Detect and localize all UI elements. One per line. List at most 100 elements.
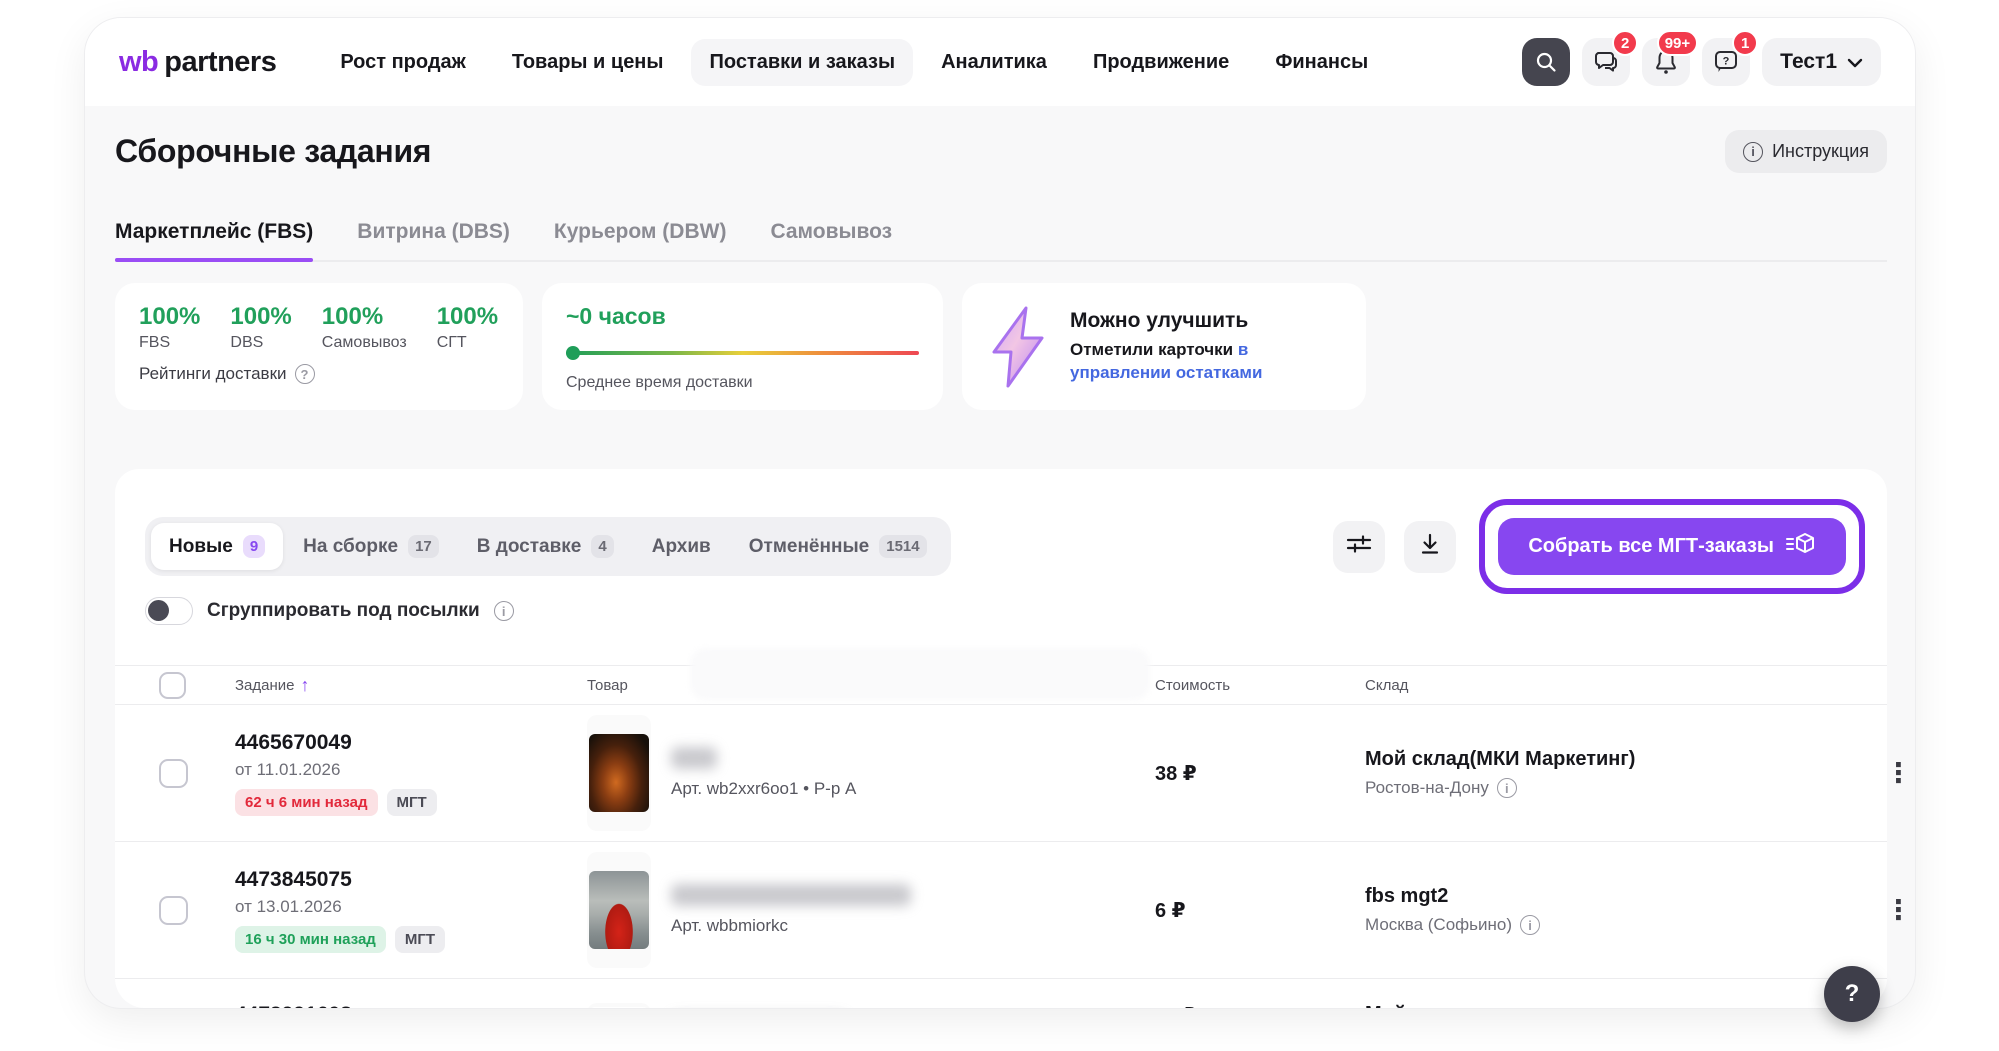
delivery-ratings-card: 100% FBS 100% DBS 100% Самовывоз 100% СГ… — [115, 283, 523, 410]
instruction-button[interactable]: i Инструкция — [1725, 130, 1887, 173]
product-thumbnail[interactable] — [587, 852, 651, 968]
status-segmented-control: Новые 9 На сборке 17 В доставке 4 Архив … — [145, 517, 951, 576]
segment-archive-label: Архив — [652, 536, 711, 558]
segment-assembling[interactable]: На сборке 17 — [285, 523, 457, 570]
task-id[interactable]: 4473845075 — [235, 868, 587, 892]
avg-delivery-time-card: ~0 часов Среднее время доставки — [542, 283, 943, 410]
table-row: 4465670049 от 11.01.2026 62 ч 6 мин наза… — [115, 705, 1887, 842]
orders-table: Задание ↑ Товар Стоимость Склад 44656700… — [115, 665, 1887, 1008]
task-id[interactable]: 4473991608 — [235, 1003, 587, 1008]
column-price: Стоимость — [1155, 677, 1230, 694]
messages-badge: 2 — [1612, 30, 1638, 56]
metric-pickup-value: 100% — [322, 303, 407, 331]
task-date: от 13.01.2026 — [235, 897, 587, 917]
nav-item-sales-growth[interactable]: Рост продаж — [322, 39, 484, 86]
wb-partners-logo[interactable]: wb partners — [119, 46, 276, 79]
segment-cancelled-count: 1514 — [879, 535, 926, 558]
location-info-icon[interactable]: i — [1520, 915, 1540, 935]
download-button[interactable] — [1404, 521, 1456, 573]
blurred-overlay — [690, 648, 1150, 700]
segment-in-delivery-count: 4 — [591, 535, 613, 558]
row-checkbox[interactable] — [159, 896, 188, 925]
row-menu-button[interactable]: • — [1877, 1005, 1902, 1008]
messages-button[interactable]: 2 — [1582, 38, 1630, 86]
tab-courier-dbw[interactable]: Курьером (DBW) — [554, 210, 727, 260]
main-nav: Рост продаж Товары и цены Поставки и зак… — [322, 39, 1386, 86]
metric-pickup: 100% Самовывоз — [322, 303, 407, 352]
metric-fbs-label: FBS — [139, 334, 200, 352]
nav-item-promotion[interactable]: Продвижение — [1075, 39, 1247, 86]
floating-help-button[interactable]: ? — [1824, 966, 1880, 1022]
warehouse-location: Ростов-на-Дону — [1365, 778, 1489, 798]
avg-delivery-value: ~0 часов — [566, 303, 919, 330]
table-row: 4473991608 37 ₽ Мой склад • — [115, 979, 1887, 1008]
segment-in-delivery-label: В доставке — [477, 536, 582, 558]
product-article: Арт. wbbmiorkc — [671, 916, 931, 936]
product-thumbnail[interactable] — [587, 1003, 651, 1008]
tab-pickup[interactable]: Самовывоз — [770, 210, 892, 260]
sort-asc-icon[interactable]: ↑ — [301, 675, 310, 696]
segment-assembling-count: 17 — [408, 535, 439, 558]
account-menu[interactable]: Тест1 — [1762, 38, 1881, 86]
warehouse-name: fbs mgt2 — [1365, 885, 1877, 908]
table-row: 4473845075 от 13.01.2026 16 ч 30 мин наз… — [115, 842, 1887, 979]
metric-dbs-value: 100% — [230, 303, 291, 331]
segment-assembling-label: На сборке — [303, 536, 398, 558]
app-window: wb partners Рост продаж Товары и цены По… — [85, 18, 1915, 1008]
tab-marketplace-fbs[interactable]: Маркетплейс (FBS) — [115, 210, 313, 260]
nav-item-analytics[interactable]: Аналитика — [923, 39, 1065, 86]
column-task[interactable]: Задание — [235, 677, 295, 694]
support-button[interactable]: ? 1 — [1702, 38, 1750, 86]
logo-partners: partners — [164, 46, 276, 79]
notifications-badge: 99+ — [1657, 30, 1698, 56]
warehouse-name: Мой склад — [1365, 1003, 1877, 1008]
sliders-icon — [1346, 533, 1372, 560]
order-price: 38 ₽ — [1155, 761, 1365, 786]
metric-dbs: 100% DBS — [230, 303, 291, 352]
group-parcels-info-icon[interactable]: i — [494, 601, 514, 621]
package-list-icon — [1786, 532, 1816, 562]
tab-vitrina-dbs[interactable]: Витрина (DBS) — [357, 210, 510, 260]
improve-text: Отметили карточки — [1070, 340, 1233, 359]
warehouse-location: Москва (Софьино) — [1365, 915, 1512, 935]
segment-new[interactable]: Новые 9 — [151, 523, 283, 570]
lightning-icon — [986, 306, 1050, 388]
segment-in-delivery[interactable]: В доставке 4 — [459, 523, 632, 570]
row-menu-button[interactable]: ⋮ — [1877, 897, 1915, 924]
group-parcels-toggle[interactable] — [145, 597, 193, 625]
order-price: 6 ₽ — [1155, 898, 1365, 923]
instruction-label: Инструкция — [1772, 141, 1869, 162]
notifications-button[interactable]: 99+ — [1642, 38, 1690, 86]
row-checkbox[interactable] — [159, 759, 188, 788]
task-date: от 11.01.2026 — [235, 760, 587, 780]
collect-button-label: Собрать все МГТ-заказы — [1528, 535, 1774, 558]
blurred-product-name — [671, 884, 911, 906]
segment-archive[interactable]: Архив — [634, 524, 729, 570]
segment-cancelled-label: Отменённые — [749, 536, 870, 558]
segment-cancelled[interactable]: Отменённые 1514 — [731, 523, 945, 570]
product-thumbnail[interactable] — [587, 715, 651, 831]
info-icon: i — [1743, 142, 1763, 162]
search-button[interactable] — [1522, 38, 1570, 86]
question-icon[interactable]: ? — [295, 364, 315, 384]
select-all-checkbox[interactable] — [159, 672, 186, 699]
time-elapsed-badge: 62 ч 6 мин назад — [235, 789, 378, 816]
nav-item-supplies-orders[interactable]: Поставки и заказы — [691, 39, 913, 86]
nav-item-goods-prices[interactable]: Товары и цены — [494, 39, 682, 86]
filters-button[interactable] — [1333, 521, 1385, 573]
location-info-icon[interactable]: i — [1497, 778, 1517, 798]
gauge-marker — [566, 346, 580, 360]
column-warehouse: Склад — [1365, 677, 1408, 694]
collect-all-mgt-orders-button[interactable]: Собрать все МГТ-заказы — [1498, 518, 1846, 575]
nav-item-finance[interactable]: Финансы — [1257, 39, 1386, 86]
time-elapsed-badge: 16 ч 30 мин назад — [235, 926, 386, 953]
product-article: Арт. wb2xxr6oo1 • Р-р А — [671, 779, 931, 799]
segment-new-count: 9 — [243, 535, 265, 558]
metric-sgt: 100% СГТ — [437, 303, 498, 352]
mgt-tag: МГТ — [387, 789, 437, 816]
highlight-annotation: Собрать все МГТ-заказы — [1479, 499, 1865, 594]
toggle-knob — [148, 600, 169, 621]
task-id[interactable]: 4465670049 — [235, 731, 587, 755]
metric-sgt-value: 100% — [437, 303, 498, 331]
row-menu-button[interactable]: ⋮ — [1877, 760, 1915, 787]
